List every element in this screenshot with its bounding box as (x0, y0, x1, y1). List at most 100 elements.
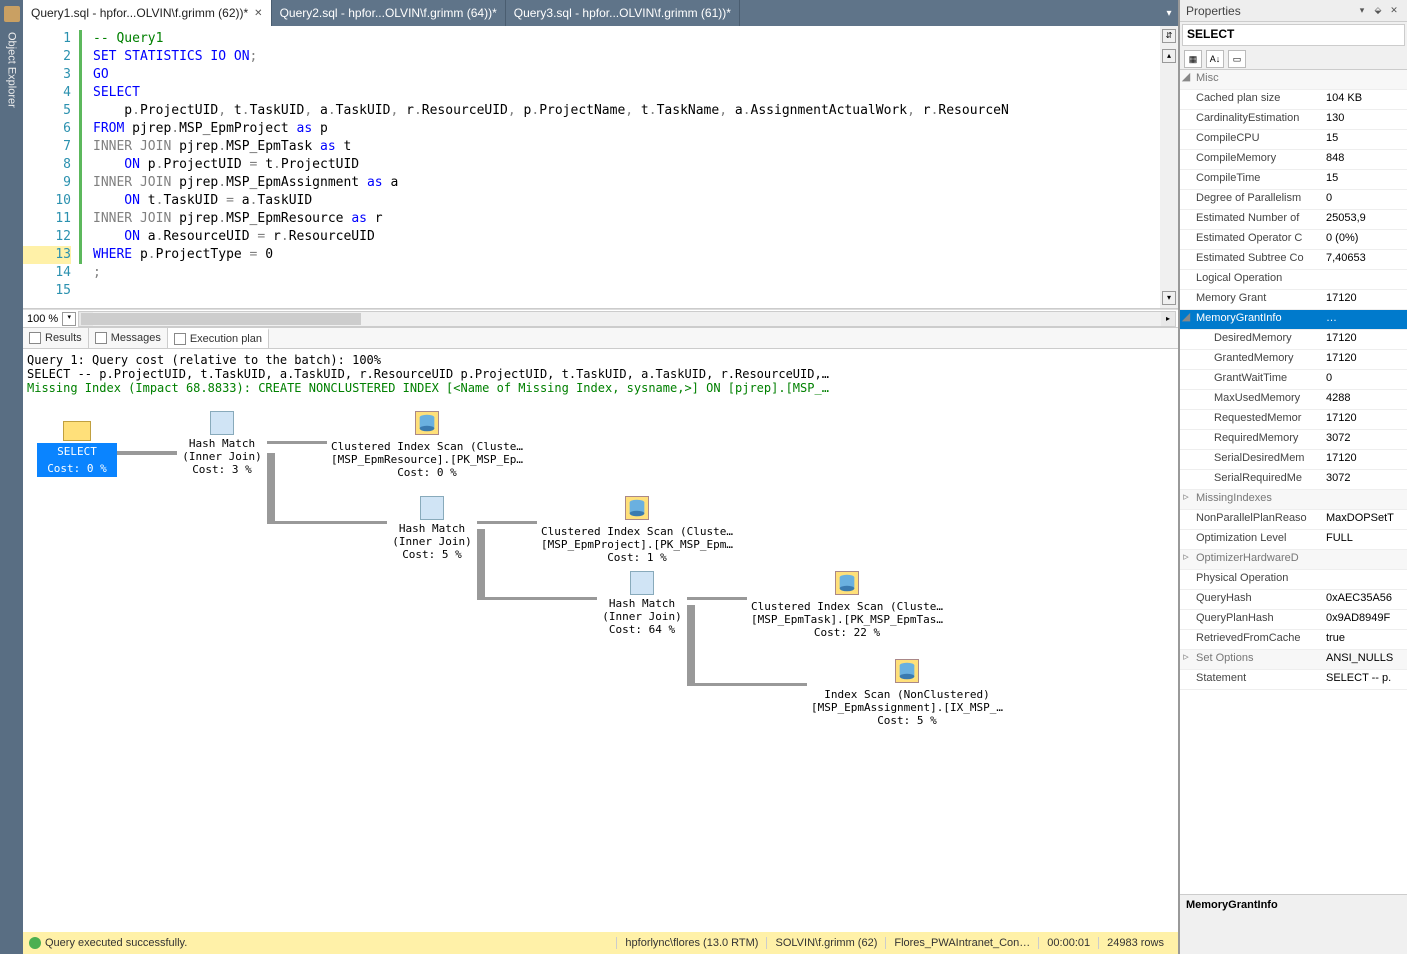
property-row[interactable]: SerialDesiredMem17120 (1180, 450, 1407, 470)
property-row[interactable]: CompileMemory848 (1180, 150, 1407, 170)
code-line[interactable]: ; (83, 264, 1160, 282)
property-row[interactable]: StatementSELECT -- p. (1180, 670, 1407, 690)
property-value (1322, 70, 1407, 89)
property-row[interactable]: QueryPlanHash0x9AD8949F (1180, 610, 1407, 630)
plan-node-scan-assignment[interactable]: Index Scan (NonClustered) [MSP_EpmAssign… (807, 659, 1007, 727)
property-row[interactable]: ▹OptimizerHardwareD (1180, 550, 1407, 570)
code-area[interactable]: -- Query1SET STATISTICS IO ON;GOSELECT p… (79, 26, 1160, 308)
property-value: … (1322, 310, 1407, 329)
property-row[interactable]: DesiredMemory17120 (1180, 330, 1407, 350)
execution-plan-pane[interactable]: Query 1: Query cost (relative to the bat… (23, 349, 1178, 932)
code-editor[interactable]: 123456789101112131415 -- Query1SET STATI… (23, 26, 1178, 309)
alphabetical-icon[interactable]: A↓ (1206, 50, 1224, 68)
property-name: QueryPlanHash (1192, 610, 1322, 629)
code-line[interactable]: INNER JOIN pjrep.MSP_EpmTask as t (83, 138, 1160, 156)
plan-node-scan-task[interactable]: Clustered Index Scan (Cluste… [MSP_EpmTa… (747, 571, 947, 639)
property-row[interactable]: RequestedMemor17120 (1180, 410, 1407, 430)
scroll-down-icon[interactable]: ▾ (1162, 291, 1176, 305)
code-line[interactable]: ON p.ProjectUID = t.ProjectUID (83, 156, 1160, 174)
tab-query2[interactable]: Query2.sql - hpfor...OLVIN\f.grimm (64))… (272, 0, 506, 26)
plan-missing-index[interactable]: Missing Index (Impact 68.8833): CREATE N… (27, 381, 1174, 395)
property-value (1322, 490, 1407, 509)
pin-icon[interactable]: ⬙ (1371, 4, 1385, 18)
expand-icon[interactable]: ▹ (1180, 550, 1192, 569)
properties-grid[interactable]: ◢MiscCached plan size104 KBCardinalityEs… (1180, 70, 1407, 894)
code-line[interactable]: SELECT (83, 84, 1160, 102)
property-row[interactable]: GrantedMemory17120 (1180, 350, 1407, 370)
property-value: 15 (1322, 130, 1407, 149)
property-row[interactable]: QueryHash0xAEC35A56 (1180, 590, 1407, 610)
code-line[interactable]: p.ProjectUID, t.TaskUID, a.TaskUID, r.Re… (83, 102, 1160, 120)
code-line[interactable]: WHERE p.ProjectType = 0 (83, 246, 1160, 264)
code-line[interactable]: ON a.ResourceUID = r.ResourceUID (83, 228, 1160, 246)
expand-icon (1180, 630, 1192, 649)
property-row[interactable]: Memory Grant17120 (1180, 290, 1407, 310)
tab-label: Query1.sql - hpfor...OLVIN\f.grimm (62))… (31, 6, 248, 20)
code-line[interactable]: INNER JOIN pjrep.MSP_EpmAssignment as a (83, 174, 1160, 192)
property-row[interactable]: ▹Set OptionsANSI_NULLS (1180, 650, 1407, 670)
plan-node-hash-match-3[interactable]: Hash Match (Inner Join) Cost: 64 % (597, 571, 687, 636)
property-row[interactable]: Optimization LevelFULL (1180, 530, 1407, 550)
expand-icon (1180, 110, 1192, 129)
clustered-scan-icon (625, 496, 649, 520)
property-row[interactable]: Degree of Parallelism0 (1180, 190, 1407, 210)
property-name: OptimizerHardwareD (1192, 550, 1322, 569)
code-line[interactable]: SET STATISTICS IO ON; (83, 48, 1160, 66)
property-value: 4288 (1322, 390, 1407, 409)
editor-scrollbar[interactable]: ⇵ ▴ ▾ (1160, 26, 1178, 308)
categorized-icon[interactable]: ▦ (1184, 50, 1202, 68)
property-row[interactable]: NonParallelPlanReasoMaxDOPSetT (1180, 510, 1407, 530)
tab-results[interactable]: Results (23, 328, 89, 348)
tab-query1[interactable]: Query1.sql - hpfor...OLVIN\f.grimm (62))… (23, 0, 272, 26)
tabs-overflow-icon[interactable]: ▾ (1160, 0, 1178, 26)
zoom-dropdown-icon[interactable]: ▾ (62, 312, 76, 326)
property-row[interactable]: SerialRequiredMe3072 (1180, 470, 1407, 490)
code-line[interactable]: -- Query1 (83, 30, 1160, 48)
property-row[interactable]: RequiredMemory3072 (1180, 430, 1407, 450)
tab-messages[interactable]: Messages (89, 328, 168, 348)
property-row[interactable]: CompileCPU15 (1180, 130, 1407, 150)
plan-node-select[interactable]: SELECT Cost: 0 % (37, 421, 117, 477)
property-row[interactable]: Logical Operation (1180, 270, 1407, 290)
code-line[interactable]: ON t.TaskUID = a.TaskUID (83, 192, 1160, 210)
property-row[interactable]: Estimated Operator C0 (0%) (1180, 230, 1407, 250)
object-explorer-sidebar[interactable]: Object Explorer (0, 0, 23, 954)
property-row[interactable]: CardinalityEstimation130 (1180, 110, 1407, 130)
horizontal-scrollbar[interactable]: ◂ ▸ (78, 311, 1176, 327)
scroll-up-icon[interactable]: ▴ (1162, 49, 1176, 63)
properties-object-selector[interactable]: SELECT (1182, 24, 1405, 46)
expand-icon (1180, 450, 1192, 469)
split-icon[interactable]: ⇵ (1162, 29, 1176, 43)
code-line[interactable]: GO (83, 66, 1160, 84)
property-row[interactable]: CompileTime15 (1180, 170, 1407, 190)
tab-query3[interactable]: Query3.sql - hpfor...OLVIN\f.grimm (61))… (506, 0, 740, 26)
code-line[interactable]: FROM pjrep.MSP_EpmProject as p (83, 120, 1160, 138)
scroll-thumb[interactable] (81, 313, 361, 325)
property-row[interactable]: Cached plan size104 KB (1180, 90, 1407, 110)
scroll-right-icon[interactable]: ▸ (1161, 312, 1175, 326)
property-row[interactable]: ◢MemoryGrantInfo… (1180, 310, 1407, 330)
property-row[interactable]: MaxUsedMemory4288 (1180, 390, 1407, 410)
expand-icon[interactable]: ▹ (1180, 650, 1192, 669)
plan-node-hash-match-2[interactable]: Hash Match (Inner Join) Cost: 5 % (387, 496, 477, 561)
plan-node-scan-project[interactable]: Clustered Index Scan (Cluste… [MSP_EpmPr… (537, 496, 737, 564)
property-row[interactable]: Estimated Number of25053,9 (1180, 210, 1407, 230)
property-row[interactable]: GrantWaitTime0 (1180, 370, 1407, 390)
expand-icon[interactable]: ◢ (1180, 310, 1192, 329)
dropdown-icon[interactable]: ▾ (1355, 4, 1369, 18)
property-row[interactable]: ▹MissingIndexes (1180, 490, 1407, 510)
expand-icon[interactable]: ◢ (1180, 70, 1192, 89)
expand-icon[interactable]: ▹ (1180, 490, 1192, 509)
property-row[interactable]: RetrievedFromCachetrue (1180, 630, 1407, 650)
close-icon[interactable]: ✕ (254, 8, 262, 19)
plan-node-scan-resource[interactable]: Clustered Index Scan (Cluste… [MSP_EpmRe… (327, 411, 527, 479)
tab-execution-plan[interactable]: Execution plan (168, 328, 269, 348)
property-row[interactable]: ◢Misc (1180, 70, 1407, 90)
property-row[interactable]: Physical Operation (1180, 570, 1407, 590)
property-row[interactable]: Estimated Subtree Co7,40653 (1180, 250, 1407, 270)
property-pages-icon[interactable]: ▭ (1228, 50, 1246, 68)
plan-node-hash-match-1[interactable]: Hash Match (Inner Join) Cost: 3 % (177, 411, 267, 476)
zoom-level[interactable]: 100 % (23, 313, 62, 325)
close-icon[interactable]: ✕ (1387, 4, 1401, 18)
code-line[interactable]: INNER JOIN pjrep.MSP_EpmResource as r (83, 210, 1160, 228)
